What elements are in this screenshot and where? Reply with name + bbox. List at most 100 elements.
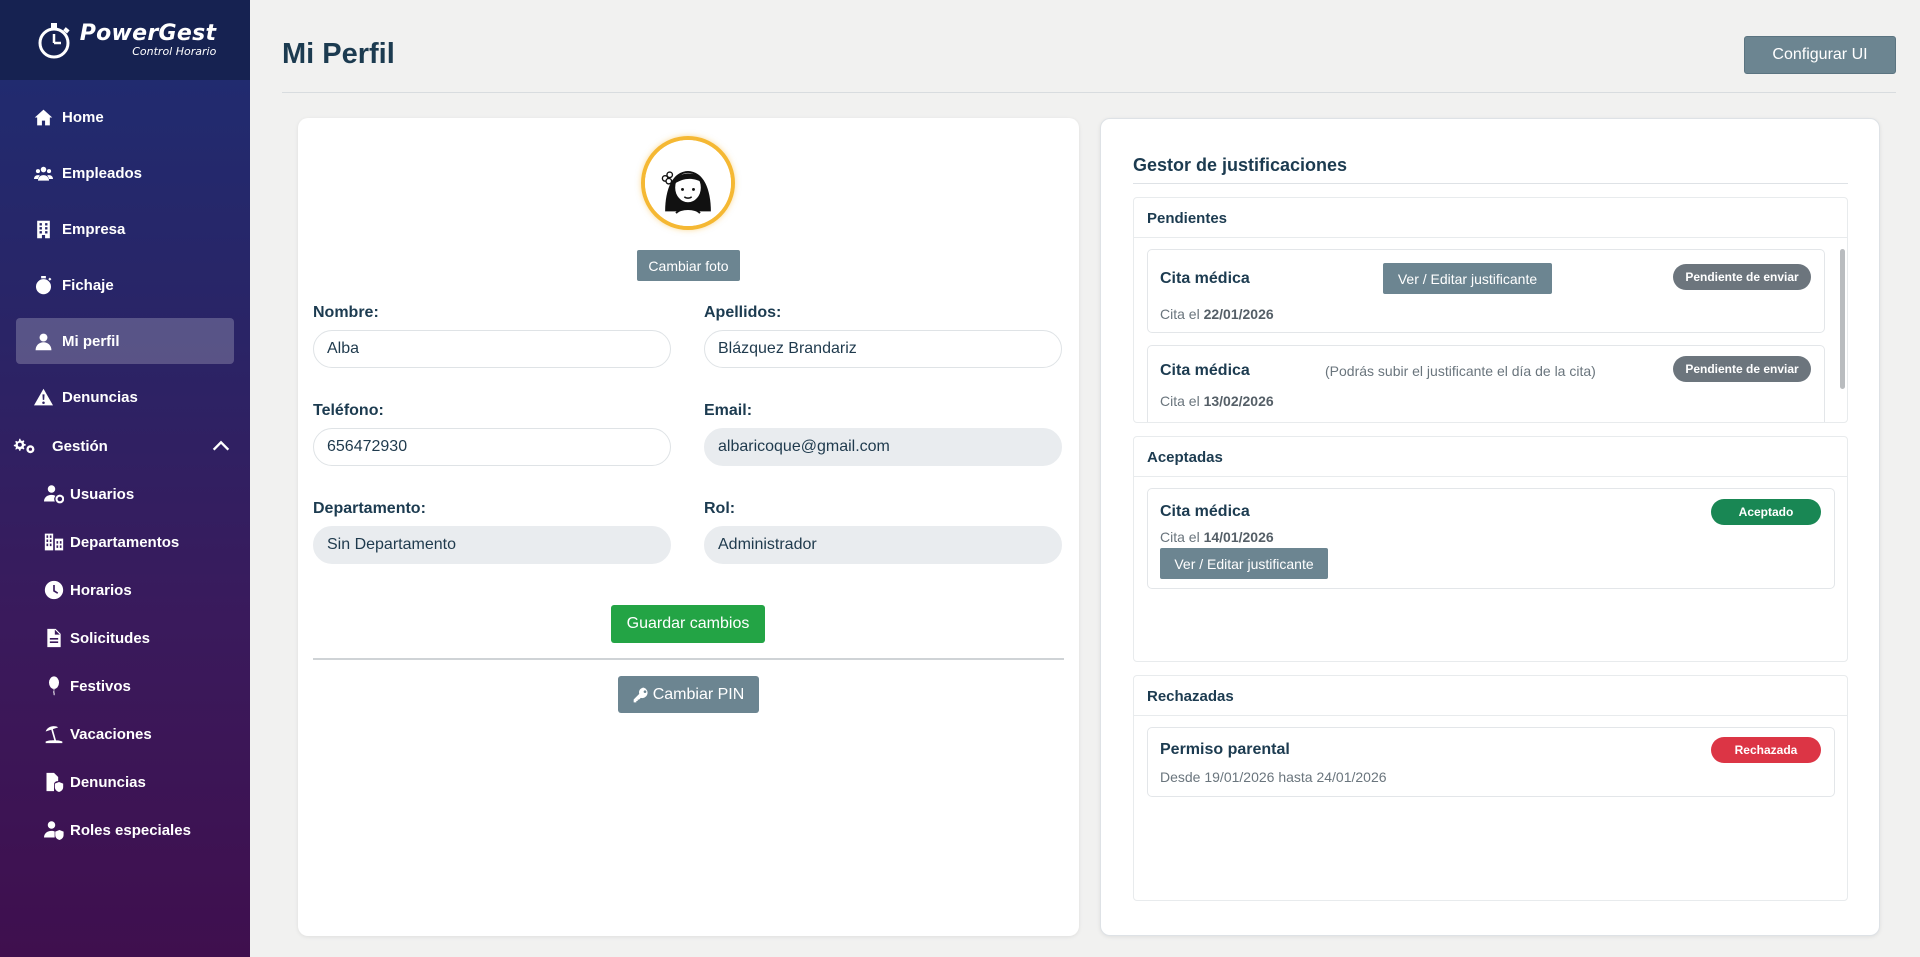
cogs-icon (12, 436, 38, 456)
sidebar-item-solicitudes[interactable]: Solicitudes (40, 614, 250, 662)
rejected-item: Permiso parental Rechazada Desde 19/01/2… (1147, 727, 1835, 797)
pending-item: Cita médica (Podrás subir el justificant… (1147, 345, 1825, 422)
sidebar-group-gestion[interactable]: Gestión (0, 426, 250, 466)
sidebar-item-label: Home (62, 108, 104, 126)
rol-field: Administrador (704, 526, 1062, 564)
change-photo-button[interactable]: Cambiar foto (637, 250, 740, 281)
sidebar-item-label: Solicitudes (70, 629, 151, 647)
rol-label: Rol: (704, 500, 736, 517)
pending-section: Pendientes Cita médica Ver / Editar just… (1133, 197, 1848, 423)
home-icon (32, 107, 54, 127)
view-edit-justificante-button[interactable]: Ver / Editar justificante (1160, 548, 1328, 579)
item-date: Cita el 13/02/2026 (1160, 393, 1274, 409)
departamento-label: Departamento: (313, 500, 426, 517)
sidebar-item-label: Denuncias (70, 773, 146, 791)
save-changes-button[interactable]: Guardar cambios (611, 605, 765, 643)
logo-subtitle: Control Horario (132, 45, 217, 58)
sidebar-item-label: Vacaciones (70, 725, 152, 743)
profile-divider (313, 658, 1064, 660)
gestion-submenu: Usuarios Departamentos Horarios Solicitu… (0, 470, 250, 854)
nombre-label: Nombre: (313, 304, 379, 321)
item-title: Cita médica (1160, 270, 1250, 287)
justifications-card: Gestor de justificaciones Pendientes Cit… (1100, 118, 1880, 936)
pending-item: Cita médica Ver / Editar justificante Pe… (1147, 249, 1825, 333)
header-divider (282, 92, 1896, 93)
email-label: Email: (704, 402, 753, 419)
status-badge: Pendiente de enviar (1673, 264, 1811, 290)
sidebar-item-label: Empresa (62, 220, 126, 238)
sidebar-item-label: Departamentos (70, 533, 180, 551)
sidebar-item-vacaciones[interactable]: Vacaciones (40, 710, 250, 758)
key-icon (633, 687, 648, 702)
departments-icon (40, 532, 68, 552)
item-title: Cita médica (1160, 362, 1250, 379)
main-nav: Home Empleados Empresa Fichaje Mi perfil… (0, 80, 250, 420)
change-pin-button[interactable]: Cambiar PIN (618, 676, 759, 713)
item-date: Cita el 14/01/2026 (1160, 529, 1274, 545)
telefono-label: Teléfono: (313, 402, 384, 419)
file-shield-icon (40, 772, 68, 792)
change-pin-label: Cambiar PIN (652, 685, 745, 703)
document-icon (40, 628, 68, 648)
email-field: albaricoque@gmail.com (704, 428, 1062, 466)
sidebar-item-mi-perfil[interactable]: Mi perfil (16, 318, 234, 364)
sidebar-item-label: Denuncias (62, 388, 138, 406)
status-badge: Pendiente de enviar (1673, 356, 1811, 382)
justifications-title: Gestor de justificaciones (1133, 155, 1348, 175)
sidebar-item-festivos[interactable]: Festivos (40, 662, 250, 710)
sidebar-item-roles-especiales[interactable]: Roles especiales (40, 806, 250, 854)
user-cog-icon (40, 484, 68, 504)
stopwatch-icon (32, 275, 54, 295)
telefono-group: Teléfono: 656472930 (313, 402, 671, 466)
view-edit-justificante-button[interactable]: Ver / Editar justificante (1383, 263, 1552, 294)
justifications-divider (1133, 183, 1848, 184)
sidebar-item-horarios[interactable]: Horarios (40, 566, 250, 614)
email-group: Email: albaricoque@gmail.com (704, 402, 1062, 466)
departamento-group: Departamento: Sin Departamento (313, 500, 671, 564)
clock-icon (40, 580, 68, 600)
item-date-range: Desde 19/01/2026 hasta 24/01/2026 (1160, 769, 1387, 785)
scroll-thumb[interactable] (1840, 249, 1845, 389)
nombre-group: Nombre: Alba (313, 304, 671, 368)
sidebar-item-fichaje[interactable]: Fichaje (16, 262, 234, 308)
pending-scrollbar[interactable] (1839, 239, 1846, 413)
accepted-heading: Aceptadas (1134, 437, 1847, 477)
sidebar-item-empleados[interactable]: Empleados (16, 150, 234, 196)
sidebar-item-denuncias-gestion[interactable]: Denuncias (40, 758, 250, 806)
logo[interactable]: PowerGest Control Horario (0, 0, 250, 80)
building-icon (32, 219, 54, 239)
pending-heading: Pendientes (1134, 198, 1847, 238)
telefono-input[interactable]: 656472930 (313, 428, 671, 466)
sidebar-item-denuncias[interactable]: Denuncias (16, 374, 234, 420)
apellidos-group: Apellidos: Blázquez Brandariz (704, 304, 1062, 368)
nombre-input[interactable]: Alba (313, 330, 671, 368)
rejected-section: Rechazadas Permiso parental Rechazada De… (1133, 675, 1848, 901)
users-icon (32, 163, 54, 183)
warning-icon (32, 387, 54, 407)
item-note: (Podrás subir el justificante el día de … (1325, 363, 1596, 379)
avatar-illustration (645, 140, 731, 226)
sidebar-item-label: Fichaje (62, 276, 114, 294)
rejected-heading: Rechazadas (1134, 676, 1847, 716)
sidebar-item-departamentos[interactable]: Departamentos (40, 518, 250, 566)
sidebar-item-usuarios[interactable]: Usuarios (40, 470, 250, 518)
sidebar-group-label: Gestión (52, 437, 108, 455)
sidebar-item-label: Roles especiales (70, 821, 191, 839)
user-icon (32, 331, 54, 351)
item-title: Cita médica (1160, 503, 1250, 520)
rol-group: Rol: Administrador (704, 500, 1062, 564)
accepted-section: Aceptadas Cita médica Aceptado Cita el 1… (1133, 436, 1848, 662)
status-badge: Rechazada (1711, 737, 1821, 763)
balloon-icon (40, 676, 68, 696)
apellidos-input[interactable]: Blázquez Brandariz (704, 330, 1062, 368)
profile-card: Cambiar foto Nombre: Alba Apellidos: Blá… (298, 118, 1079, 936)
apellidos-label: Apellidos: (704, 304, 782, 321)
configure-ui-button[interactable]: Configurar UI (1744, 36, 1896, 74)
chevron-up-icon[interactable] (210, 435, 232, 457)
sidebar-item-empresa[interactable]: Empresa (16, 206, 234, 252)
sidebar-item-home[interactable]: Home (16, 94, 234, 140)
sidebar-item-label: Horarios (70, 581, 132, 599)
sidebar: PowerGest Control Horario Home Empleados… (0, 0, 250, 957)
umbrella-beach-icon (40, 724, 68, 744)
item-date: Cita el 22/01/2026 (1160, 306, 1274, 322)
